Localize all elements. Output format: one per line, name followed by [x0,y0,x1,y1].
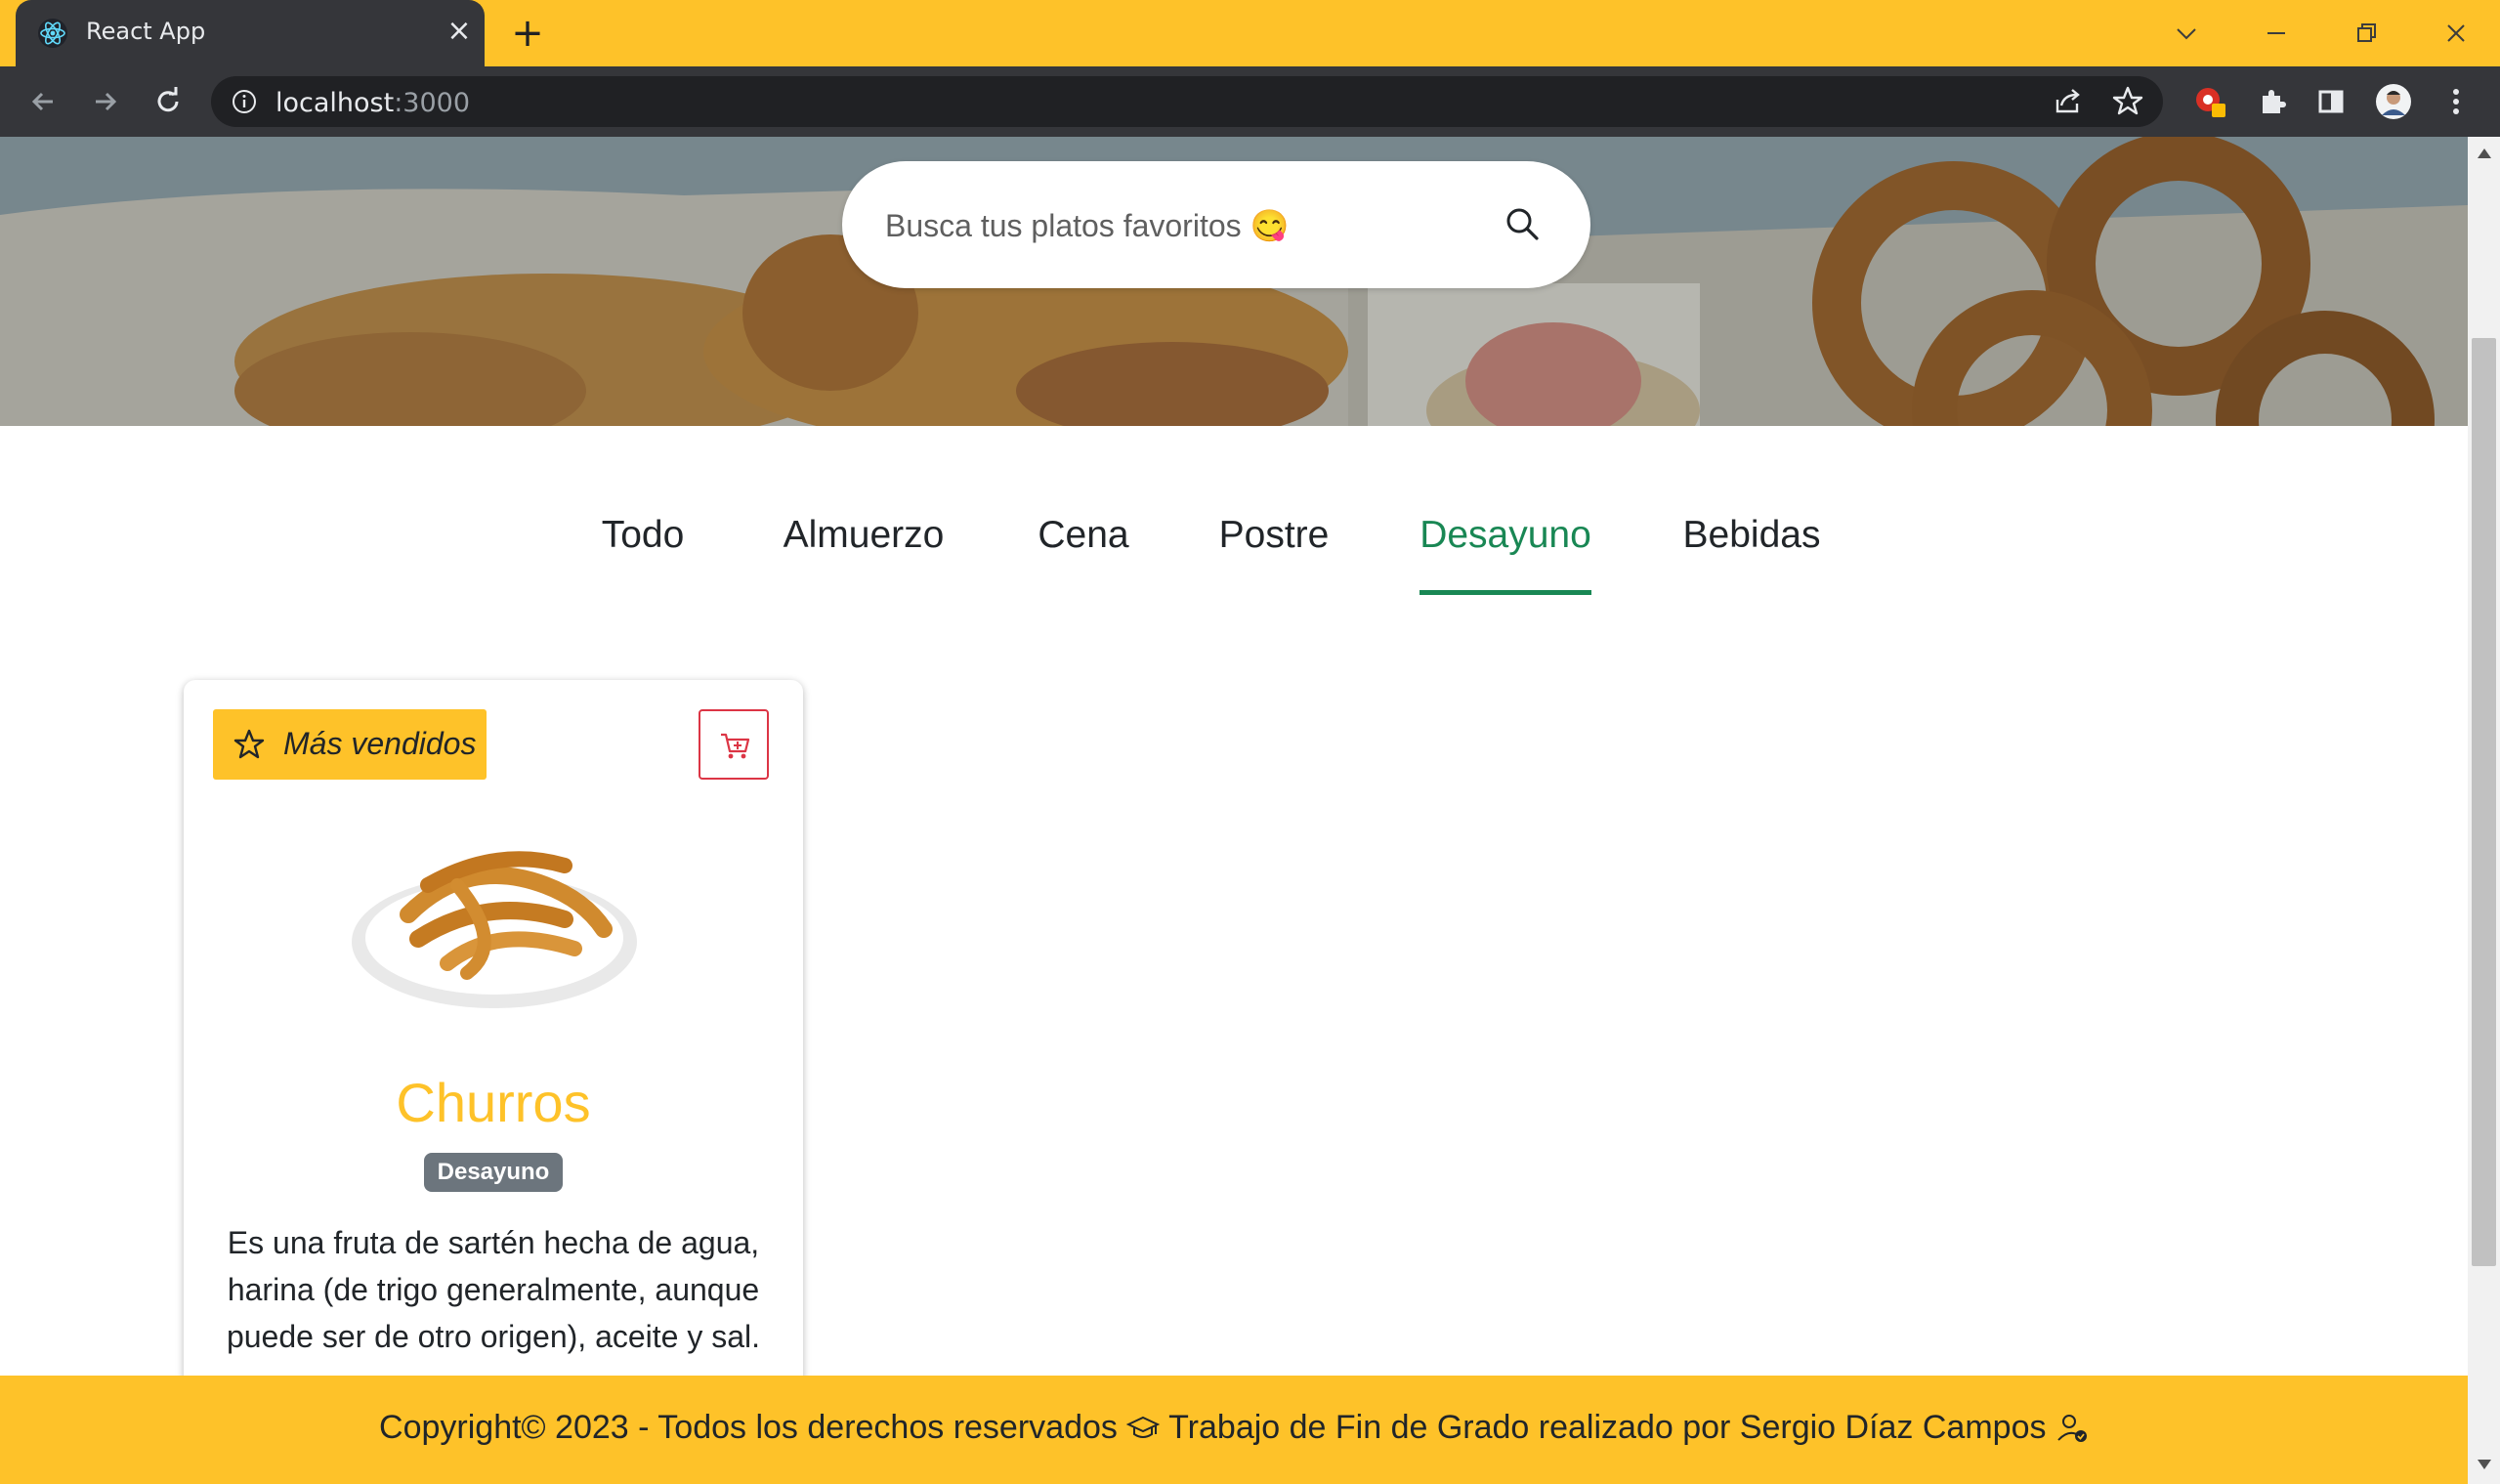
tab-todo[interactable]: Todo [596,498,690,606]
dish-name: Churros [396,1072,591,1133]
menu-kebab-icon[interactable] [2436,82,2476,121]
tab-label: Todo [601,514,685,556]
tab-bebidas[interactable]: Bebidas [1681,498,1822,606]
tab-label: Bebidas [1682,514,1821,556]
tab-label: Almuerzo [783,514,945,556]
new-tab-icon[interactable]: + [506,14,549,57]
browser-titlebar: React App × + [0,0,2500,66]
page-viewport: Todo Almuerzo Cena Postre Desayuno Bebid… [0,137,2468,1484]
side-panel-icon[interactable] [2311,82,2351,121]
browser-toolbar: localhost:3000 [0,66,2500,137]
best-seller-label: Más vendidos [283,726,477,761]
tab-search-chevron-icon[interactable] [2167,14,2206,53]
add-to-cart-button[interactable] [699,709,769,780]
graduation-cap-icon [1126,1416,1161,1438]
restore-icon[interactable] [2347,14,2386,53]
share-icon[interactable] [2048,82,2087,121]
user-check-icon [2057,1415,2087,1442]
hero-banner [0,137,2468,426]
back-arrow-icon[interactable] [23,82,63,121]
tab-almuerzo[interactable]: Almuerzo [779,498,949,606]
url-host: localhost [275,88,395,118]
tab-title: React App [86,18,206,45]
bookmark-star-icon[interactable] [2108,82,2147,121]
search-box [842,161,1590,288]
scroll-down-arrow-icon[interactable] [2476,1456,2493,1473]
tab-label: Cena [1038,514,1129,556]
footer-copyright: Copyright© 2023 - Todos los derechos res… [379,1409,1127,1446]
tab-postre[interactable]: Postre [1218,498,1330,606]
category-tabs: Todo Almuerzo Cena Postre Desayuno Bebid… [0,498,2468,615]
footer: Copyright© 2023 - Todos los derechos res… [0,1376,2468,1484]
extension-badge-icon[interactable] [2190,82,2229,121]
extensions-puzzle-icon[interactable] [2253,82,2292,121]
page-scrollbar[interactable] [2468,137,2500,1484]
tab-label: Desayuno [1419,514,1591,556]
cart-plus-icon [721,733,750,759]
scrollbar-thumb[interactable] [2472,338,2496,1266]
search-icon[interactable] [1503,204,1542,243]
site-info-icon[interactable] [231,88,258,115]
reload-icon[interactable] [148,82,188,121]
tab-desayuno[interactable]: Desayuno [1419,498,1591,606]
minimize-icon[interactable] [2257,14,2296,53]
footer-credit: Trabajo de Fin de Grado realizado por Se… [1160,1409,2055,1446]
best-seller-badge: Más vendidos [213,709,487,780]
tab-close-icon[interactable]: × [442,14,477,49]
browser-tab[interactable]: React App × [16,0,485,66]
scroll-up-arrow-icon[interactable] [2476,145,2493,162]
search-input[interactable] [883,198,1473,253]
forward-arrow-icon[interactable] [86,82,125,121]
star-outline-icon [233,729,265,759]
profile-avatar-icon[interactable] [2374,82,2413,121]
window-close-icon[interactable] [2436,14,2476,53]
react-logo-icon [38,19,67,48]
footer-text: Copyright© 2023 - Todos los derechos res… [0,1409,2468,1447]
dish-category-badge: Desayuno [424,1153,563,1192]
url-port: :3000 [394,88,471,118]
dish-description: Es una fruta de sartén hecha de agua, ha… [226,1225,761,1354]
address-bar[interactable]: localhost:3000 [211,76,2163,127]
url-text[interactable]: localhost:3000 [275,88,470,118]
dish-card: Más vendidos Churros Desayuno Es una fru… [184,680,803,1422]
tab-label: Postre [1218,514,1330,556]
tab-cena[interactable]: Cena [1038,498,1129,606]
churros-image [352,851,637,1008]
